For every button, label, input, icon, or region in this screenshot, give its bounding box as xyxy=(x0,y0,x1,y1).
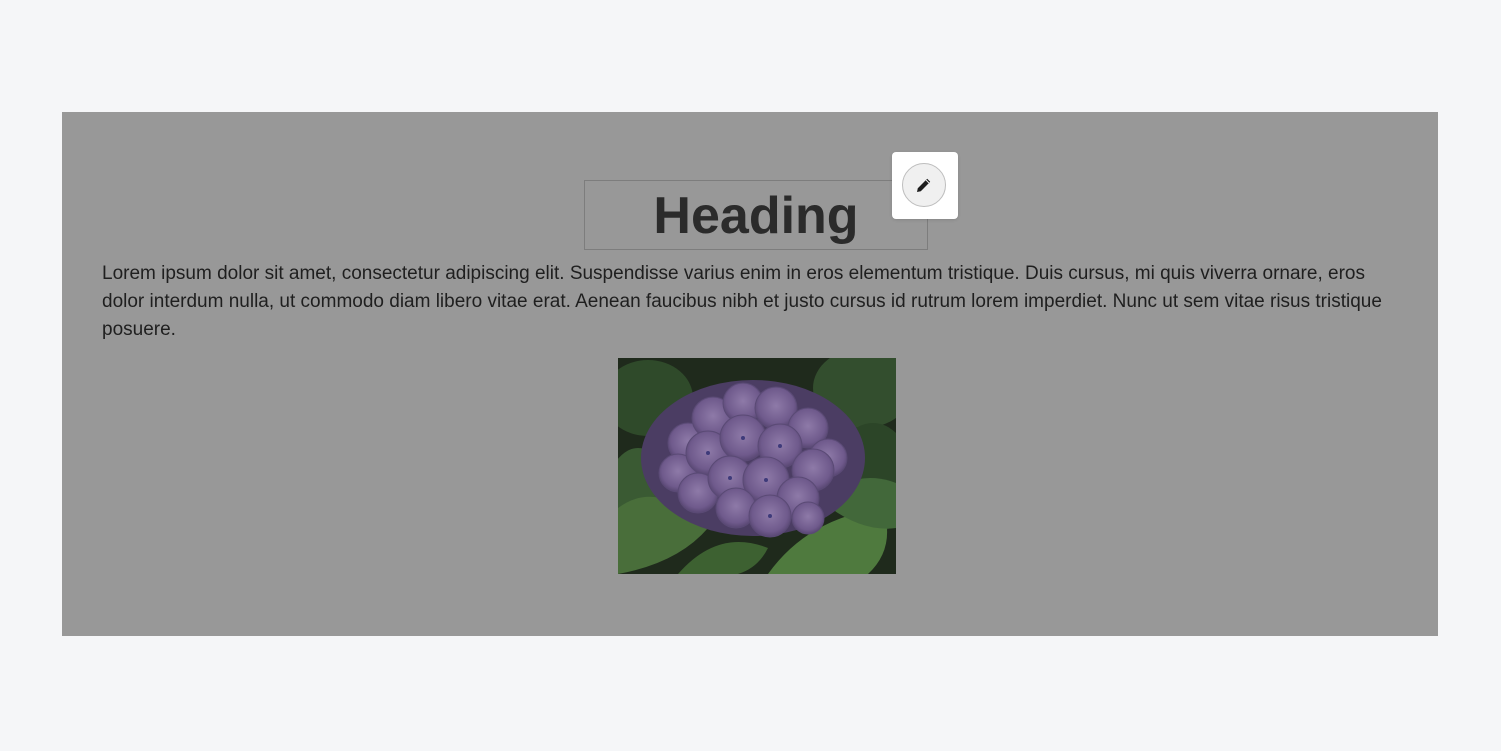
edit-popover xyxy=(892,152,958,219)
paragraph-text: Lorem ipsum dolor sit amet, consectetur … xyxy=(102,263,1382,340)
edit-button[interactable] xyxy=(902,163,946,207)
hydrangea-image xyxy=(618,358,896,574)
editor-canvas: Heading Lorem ipsum dolor sit amet, cons… xyxy=(62,112,1438,636)
pencil-icon xyxy=(915,176,933,194)
heading-element[interactable]: Heading xyxy=(584,180,928,250)
heading-text: Heading xyxy=(653,187,859,245)
